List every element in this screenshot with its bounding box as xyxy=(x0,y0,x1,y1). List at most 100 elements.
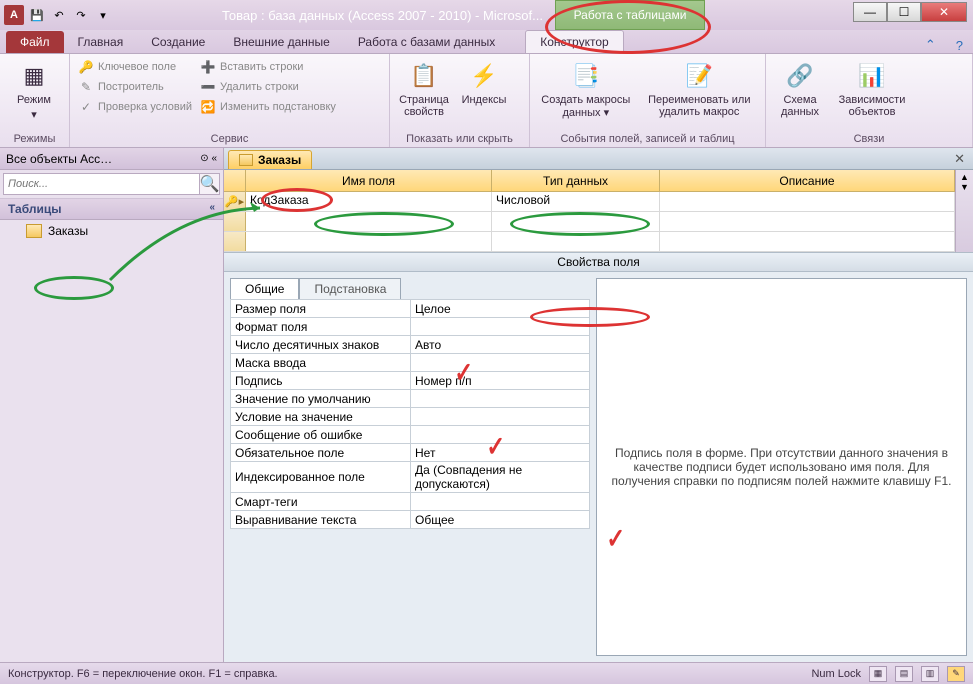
property-name: Обязательное поле xyxy=(231,444,411,462)
property-value[interactable]: Нет xyxy=(411,444,590,462)
tab-file[interactable]: Файл xyxy=(6,31,64,53)
indexes-button[interactable]: ⚡Индексы xyxy=(456,58,512,108)
property-value[interactable] xyxy=(411,318,590,336)
row-selector[interactable]: 🔑▸ xyxy=(224,192,246,211)
ribbon-minimize-icon[interactable]: ⌃ xyxy=(915,37,946,53)
tab-home[interactable]: Главная xyxy=(64,31,138,53)
property-row[interactable]: Сообщение об ошибке xyxy=(231,426,590,444)
field-row[interactable]: 🔑▸ КодЗаказа Числовой xyxy=(224,192,955,212)
minimize-button[interactable]: — xyxy=(853,2,887,22)
close-button[interactable]: ✕ xyxy=(921,2,967,22)
builder-button[interactable]: ✎Построитель xyxy=(76,78,194,96)
nav-item-zakazy[interactable]: Заказы xyxy=(0,220,223,242)
object-dependencies-button[interactable]: 📊Зависимости объектов xyxy=(832,58,912,120)
property-table: Размер поляЦелоеФормат поляЧисло десятич… xyxy=(230,299,590,529)
property-row[interactable]: Число десятичных знаковАвто xyxy=(231,336,590,354)
property-value[interactable] xyxy=(411,390,590,408)
property-value[interactable]: Общее xyxy=(411,511,590,529)
nav-search-input[interactable] xyxy=(3,173,200,195)
test-validation-button[interactable]: ✓Проверка условий xyxy=(76,98,194,116)
property-row[interactable]: Значение по умолчанию xyxy=(231,390,590,408)
doc-tab-zakazy[interactable]: Заказы xyxy=(228,150,312,169)
property-name: Индексированное поле xyxy=(231,462,411,493)
nav-header[interactable]: Все объекты Acc… ⊙ « xyxy=(0,148,223,170)
design-grid-header: Имя поля Тип данных Описание xyxy=(224,170,955,192)
property-value[interactable]: Номер п/п xyxy=(411,372,590,390)
view-chart-button[interactable]: ▥ xyxy=(921,666,939,682)
tab-db-tools[interactable]: Работа с базами данных xyxy=(344,31,509,53)
modify-lookup-button[interactable]: 🔁Изменить подстановку xyxy=(198,98,338,116)
property-value[interactable]: Авто xyxy=(411,336,590,354)
create-data-macros-button[interactable]: 📑Создать макросы данных ▾ xyxy=(536,58,636,121)
cell-field-name[interactable]: КодЗаказа xyxy=(246,192,492,211)
tab-external-data[interactable]: Внешние данные xyxy=(219,31,344,53)
rename-icon: 📝 xyxy=(683,60,715,92)
table-icon xyxy=(239,154,253,166)
maximize-button[interactable]: ☐ xyxy=(887,2,921,22)
tab-lookup[interactable]: Подстановка xyxy=(299,278,401,299)
document-area: Заказы ✕ Имя поля Тип данных Описание 🔑▸ xyxy=(224,148,973,662)
property-value[interactable]: Целое xyxy=(411,300,590,318)
macro-icon: 📑 xyxy=(570,60,602,92)
tab-design[interactable]: Конструктор xyxy=(525,30,623,53)
view-pivot-button[interactable]: ▤ xyxy=(895,666,913,682)
relationships-button[interactable]: 🔗Схема данных xyxy=(772,58,828,120)
navigation-pane: Все объекты Acc… ⊙ « 🔍 Таблицы« Заказы xyxy=(0,148,224,662)
tab-create[interactable]: Создание xyxy=(137,31,219,53)
property-value[interactable] xyxy=(411,354,590,372)
view-datasheet-button[interactable]: ▦ xyxy=(869,666,887,682)
property-value[interactable] xyxy=(411,408,590,426)
group-relationships-label: Связи xyxy=(772,131,966,145)
nav-group-tables[interactable]: Таблицы« xyxy=(0,199,223,220)
property-row[interactable]: Маска ввода xyxy=(231,354,590,372)
quick-access-toolbar: A 💾 ↶ ↷ ▾ xyxy=(4,5,112,25)
redo-icon[interactable]: ↷ xyxy=(72,6,90,24)
insert-row-icon: ➕ xyxy=(200,59,216,75)
property-row[interactable]: Выравнивание текстаОбщее xyxy=(231,511,590,529)
property-value[interactable]: Да (Совпадения не допускаются) xyxy=(411,462,590,493)
view-design-button[interactable]: ✎ xyxy=(947,666,965,682)
property-row[interactable]: Размер поляЦелое xyxy=(231,300,590,318)
contextual-tab-group: Работа с таблицами xyxy=(555,0,705,30)
lightning-icon: ⚡ xyxy=(468,60,500,92)
views-button[interactable]: ▦ Режим▾ xyxy=(6,58,62,123)
col-field-name[interactable]: Имя поля xyxy=(246,170,492,191)
property-sheet-button[interactable]: 📋Страница свойств xyxy=(396,58,452,120)
property-name: Условие на значение xyxy=(231,408,411,426)
delete-rows-button[interactable]: ➖Удалить строки xyxy=(198,78,338,96)
col-description[interactable]: Описание xyxy=(660,170,955,191)
property-row[interactable]: Смарт-теги xyxy=(231,493,590,511)
property-row[interactable]: Обязательное полеНет xyxy=(231,444,590,462)
cell-data-type[interactable]: Числовой xyxy=(492,192,660,211)
scrollbar-vertical[interactable]: ▲▼ xyxy=(955,170,973,252)
help-icon[interactable]: ? xyxy=(946,38,973,53)
property-name: Формат поля xyxy=(231,318,411,336)
collapse-icon: « xyxy=(209,202,215,216)
property-name: Подпись xyxy=(231,372,411,390)
primary-key-button[interactable]: 🔑Ключевое поле xyxy=(76,58,194,76)
property-row[interactable]: ПодписьНомер п/п xyxy=(231,372,590,390)
property-value[interactable] xyxy=(411,426,590,444)
cell-description[interactable] xyxy=(660,192,955,211)
datasheet-icon: ▦ xyxy=(18,60,50,92)
col-data-type[interactable]: Тип данных xyxy=(492,170,660,191)
insert-rows-button[interactable]: ➕Вставить строки xyxy=(198,58,338,76)
save-icon[interactable]: 💾 xyxy=(28,6,46,24)
property-row[interactable]: Формат поля xyxy=(231,318,590,336)
property-row[interactable]: Индексированное полеДа (Совпадения не до… xyxy=(231,462,590,493)
qat-dropdown-icon[interactable]: ▾ xyxy=(94,6,112,24)
app-icon[interactable]: A xyxy=(4,5,24,25)
property-row[interactable]: Условие на значение xyxy=(231,408,590,426)
undo-icon[interactable]: ↶ xyxy=(50,6,68,24)
ribbon: ▦ Режим▾ Режимы 🔑Ключевое поле ✎Построит… xyxy=(0,54,973,148)
property-value[interactable] xyxy=(411,493,590,511)
property-name: Маска ввода xyxy=(231,354,411,372)
title-bar: A 💾 ↶ ↷ ▾ Товар : база данных (Access 20… xyxy=(0,0,973,30)
tab-general[interactable]: Общие xyxy=(230,278,299,299)
delete-row-icon: ➖ xyxy=(200,79,216,95)
property-name: Выравнивание текста xyxy=(231,511,411,529)
search-icon[interactable]: 🔍 xyxy=(200,173,220,195)
ribbon-tabs: Файл Главная Создание Внешние данные Раб… xyxy=(0,30,973,54)
doc-close-button[interactable]: ✕ xyxy=(954,151,965,167)
rename-delete-macro-button[interactable]: 📝Переименовать или удалить макрос xyxy=(640,58,759,120)
